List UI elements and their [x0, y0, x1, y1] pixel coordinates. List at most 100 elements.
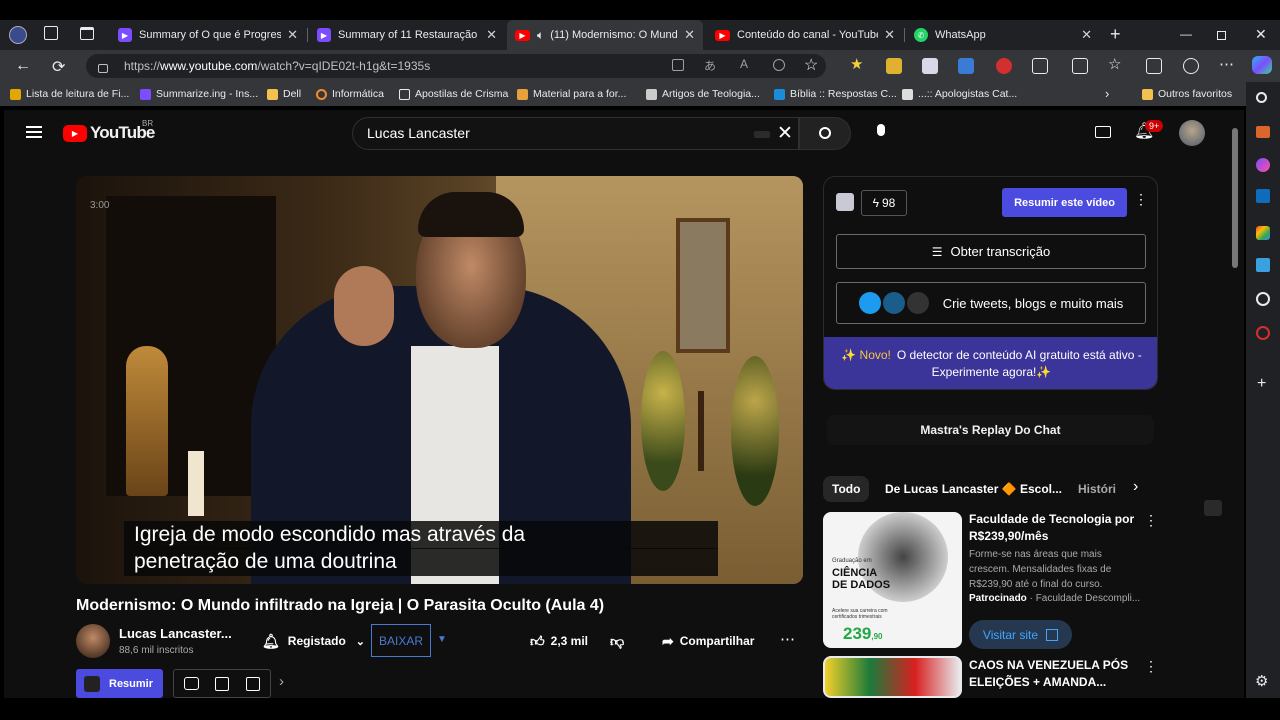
download-button[interactable]: BAIXAR: [371, 624, 431, 657]
extension-youtube-icon[interactable]: [996, 58, 1012, 74]
create-content-button[interactable]: Crie tweets, blogs e muito mais: [836, 282, 1146, 324]
bookmark-item[interactable]: Bíblia :: Respostas C...: [774, 88, 897, 100]
favorite-star-icon[interactable]: ☆: [804, 55, 818, 75]
close-window-button[interactable]: ✕: [1255, 26, 1267, 43]
subscribed-button[interactable]: 🔔︎ Registado ⌄: [250, 626, 377, 656]
bookmark-item[interactable]: Summarize.ing - Ins...: [140, 88, 258, 100]
minimize-button[interactable]: —: [1180, 27, 1192, 41]
chevron-right-icon[interactable]: ›: [1105, 86, 1109, 101]
reload-icon[interactable]: ⟳: [52, 57, 65, 77]
visit-site-button[interactable]: Visitar site: [969, 620, 1072, 649]
briefcase-icon[interactable]: [1256, 126, 1270, 138]
video-thumbnail[interactable]: [823, 656, 962, 698]
ad-title[interactable]: Faculdade de Tecnologia por R$239,90/mês: [969, 511, 1134, 545]
tab-summary-restauracao[interactable]: ▶ Summary of 11 Restauração Cult ✕: [309, 20, 505, 50]
read-aloud-icon[interactable]: A: [740, 57, 748, 71]
bookmark-item[interactable]: Apostilas de Crisma: [399, 88, 508, 100]
microphone-icon[interactable]: [877, 124, 885, 136]
ad-thumbnail[interactable]: Graduação em CIÊNCIA DE DADOS Acelere su…: [823, 512, 962, 648]
hamburger-menu-icon[interactable]: [26, 126, 42, 138]
chevron-right-icon[interactable]: ›: [279, 673, 284, 690]
extensions-puzzle-icon[interactable]: [1032, 58, 1048, 74]
twitter-icon[interactable]: [184, 677, 199, 690]
lock-icon[interactable]: [98, 64, 108, 73]
user-avatar[interactable]: [1179, 120, 1205, 146]
youtube-logo[interactable]: ▶ YouTube: [63, 123, 155, 143]
rec-more-icon[interactable]: ⋮: [1144, 658, 1158, 675]
search-button[interactable]: [799, 117, 851, 150]
split-screen-icon[interactable]: [1072, 58, 1088, 74]
workspaces-icon[interactable]: [44, 26, 58, 40]
collections-icon[interactable]: [1146, 58, 1162, 74]
clear-search-icon[interactable]: ✕: [777, 122, 793, 145]
bookmark-item[interactable]: Informática: [316, 88, 384, 100]
tab-summary-progressism[interactable]: ▶ Summary of O que é Progressism ✕: [110, 20, 306, 50]
create-video-icon[interactable]: [1095, 126, 1111, 138]
linkedin-icon[interactable]: [215, 677, 229, 691]
speaker-icon[interactable]: 🔈︎: [537, 28, 544, 43]
dislike-button[interactable]: 👎︎: [604, 626, 630, 656]
back-arrow-icon[interactable]: ←: [15, 57, 31, 75]
bookmark-item[interactable]: Lista de leitura de Fi...: [10, 88, 129, 100]
collections-star-icon[interactable]: ★: [850, 55, 866, 73]
new-tab-button[interactable]: +: [1110, 24, 1121, 45]
add-app-icon[interactable]: +: [1257, 375, 1266, 393]
browser-essentials-icon[interactable]: [1183, 58, 1199, 74]
download-dropdown-icon[interactable]: ▼: [437, 634, 447, 645]
app-available-icon[interactable]: [672, 59, 684, 71]
floating-extension-icon[interactable]: [1204, 500, 1222, 516]
chip-from-channel[interactable]: De Lucas Lancaster 🔶 Escol...: [876, 476, 1071, 502]
extension-download-icon[interactable]: [958, 58, 974, 74]
close-icon[interactable]: ✕: [684, 27, 695, 43]
tab-whatsapp[interactable]: ✆ WhatsApp ✕: [906, 20, 1100, 50]
app-icon[interactable]: [1256, 326, 1270, 340]
extension-summarize-icon[interactable]: [922, 58, 938, 74]
summarize-video-button[interactable]: Resumir este vídeo: [1002, 188, 1127, 217]
profile-avatar[interactable]: [9, 26, 27, 44]
channel-avatar[interactable]: [76, 624, 110, 658]
search-input[interactable]: Lucas Lancaster: [352, 117, 799, 150]
tab-modernismo-active[interactable]: ▶ 🔈︎ (11) Modernismo: O Mundo ✕: [507, 20, 703, 50]
close-icon[interactable]: ✕: [486, 27, 497, 43]
more-actions-icon[interactable]: ⋯: [780, 630, 795, 648]
tab-actions-icon[interactable]: [80, 27, 94, 40]
chip-all[interactable]: Todo: [823, 476, 870, 502]
tab-conteudo-canal[interactable]: ▶ Conteúdo do canal - YouTube St ✕: [707, 20, 903, 50]
video-player[interactable]: 3:00 Igreja de modo escondido mas atravé…: [76, 176, 803, 584]
translate-icon[interactable]: あ: [704, 57, 716, 74]
copilot-sidebar-icon[interactable]: [1256, 158, 1270, 172]
settings-gear-icon[interactable]: ⚙: [1255, 672, 1268, 690]
more-menu-icon[interactable]: ⋯: [1219, 55, 1234, 73]
close-icon[interactable]: ✕: [1081, 27, 1092, 43]
channel-name[interactable]: Lucas Lancaster...: [119, 626, 232, 641]
chips-next-icon[interactable]: ›: [1133, 478, 1138, 496]
ad-more-icon[interactable]: ⋮: [1144, 512, 1158, 529]
app-icon[interactable]: [1256, 292, 1270, 306]
bookmark-item[interactable]: Artigos de Teologia...: [646, 88, 760, 100]
outlook-icon[interactable]: [1256, 189, 1270, 203]
page-scrollbar[interactable]: [1232, 128, 1238, 268]
bookmark-item[interactable]: ...:: Apologistas Cat...: [902, 88, 1017, 100]
keyboard-icon[interactable]: [754, 131, 770, 138]
share-button[interactable]: ➦ Compartilhar: [656, 626, 760, 656]
app-icon[interactable]: [1256, 258, 1270, 272]
replay-chat-button[interactable]: Mastra's Replay Do Chat: [827, 415, 1154, 445]
like-button[interactable]: 👍︎ 2,3 mil: [522, 626, 596, 656]
chip-history[interactable]: Históri: [1069, 476, 1133, 502]
close-icon[interactable]: ✕: [884, 27, 895, 43]
get-transcript-button[interactable]: ☰ Obter transcrição: [836, 234, 1146, 269]
medium-icon[interactable]: [246, 677, 260, 691]
office-icon[interactable]: [1256, 226, 1270, 240]
panel-more-icon[interactable]: ⋮: [1134, 191, 1148, 208]
other-favorites[interactable]: Outros favoritos: [1142, 88, 1232, 100]
close-icon[interactable]: ✕: [287, 27, 298, 43]
new-feature-banner[interactable]: ✨ Novo! O detector de conteúdo AI gratuit…: [824, 337, 1157, 389]
bookmark-item[interactable]: Dell: [267, 88, 301, 100]
restore-button[interactable]: [1217, 31, 1226, 40]
search-icon[interactable]: [1256, 92, 1267, 103]
video-title-rec[interactable]: CAOS NA VENEZUELA PÓS ELEIÇÕES + AMANDA.…: [969, 657, 1128, 691]
summarize-button[interactable]: Resumir: [76, 669, 163, 698]
media-icon[interactable]: [773, 59, 785, 71]
extension-red-icon[interactable]: [886, 58, 902, 74]
bookmark-item[interactable]: Material para a for...: [517, 88, 626, 100]
